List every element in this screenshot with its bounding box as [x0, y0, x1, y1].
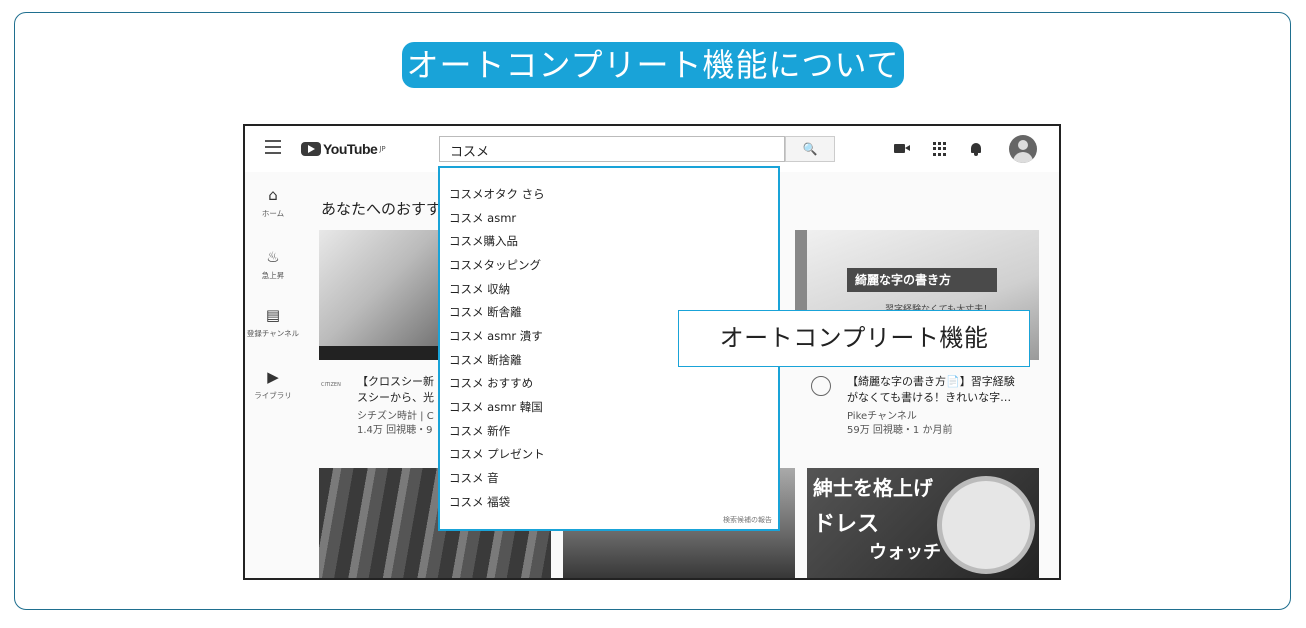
- suggestion-item[interactable]: コスメ プレゼント: [449, 446, 545, 462]
- side-nav: ⌂ ホーム ♨ 急上昇 ▤ 登録チャンネル ▶ ライブラリ: [245, 172, 301, 578]
- nav-item-home[interactable]: ⌂ ホーム: [245, 186, 301, 219]
- autocomplete-callout: オートコンプリート機能: [678, 310, 1030, 367]
- watch-image: [937, 476, 1035, 574]
- channel-avatar-icon[interactable]: [811, 376, 831, 396]
- thumbnail-text: 紳士を格上げ: [813, 476, 933, 500]
- thumbnail-text: ドレス: [813, 512, 880, 537]
- suggestion-item[interactable]: コスメタッピング: [449, 257, 541, 273]
- nav-item-subscriptions[interactable]: ▤ 登録チャンネル: [245, 306, 301, 339]
- video-channel[interactable]: Pikeチャンネル: [847, 410, 917, 424]
- search-input[interactable]: コスメ: [439, 136, 785, 162]
- thumbnail-text: 綺麗な字の書き方: [847, 268, 997, 292]
- nav-label: ホーム: [261, 209, 285, 218]
- suggestion-item[interactable]: コスメ 福袋: [449, 494, 510, 510]
- video-title[interactable]: 【クロスシー新: [357, 374, 434, 390]
- video-meta: 59万 回視聴・1 か月前: [847, 425, 953, 436]
- suggestion-item[interactable]: コスメ おすすめ: [449, 375, 533, 391]
- suggestion-item[interactable]: コスメ 収納: [449, 281, 510, 297]
- video-meta: 1.4万 回視聴・9: [357, 425, 433, 436]
- nav-item-trending[interactable]: ♨ 急上昇: [245, 248, 301, 281]
- video-title[interactable]: 【綺麗な字の書き方📄】習字経験: [847, 374, 1015, 390]
- apps-icon[interactable]: [931, 140, 949, 158]
- video-thumbnail-1[interactable]: [319, 230, 451, 360]
- suggestion-item[interactable]: コスメ購入品: [449, 233, 518, 249]
- suggestion-item[interactable]: コスメ asmr 韓国: [449, 399, 543, 415]
- figure-title: オートコンプリート機能について: [402, 42, 904, 88]
- video-title-line2[interactable]: スシーから、光: [357, 390, 434, 406]
- create-video-icon[interactable]: [893, 140, 911, 158]
- suggestion-item[interactable]: コスメオタク さら: [449, 186, 545, 202]
- suggestion-item[interactable]: コスメ 断舎離: [449, 304, 522, 320]
- suggestion-item[interactable]: コスメ 新作: [449, 423, 510, 439]
- nav-label: 急上昇: [261, 271, 285, 280]
- suggestion-item[interactable]: コスメ asmr: [449, 210, 516, 226]
- report-suggestions-link[interactable]: 検索候補の報告: [723, 515, 772, 525]
- subscriptions-icon: ▤: [265, 306, 281, 324]
- logo-text: YouTube: [323, 141, 378, 157]
- nav-label: 登録チャンネル: [246, 329, 300, 338]
- trending-icon: ♨: [266, 248, 280, 266]
- menu-icon[interactable]: [265, 140, 281, 154]
- section-title: あなたへのおすす: [321, 200, 442, 218]
- video-thumbnail-6[interactable]: 紳士を格上げ ドレス ウォッチ: [807, 468, 1039, 578]
- avatar[interactable]: [1009, 135, 1037, 163]
- notifications-icon[interactable]: [967, 140, 985, 158]
- suggestion-item[interactable]: コスメ 断捨離: [449, 352, 522, 368]
- video-title-line2[interactable]: がなくても書ける！きれいな字…: [847, 390, 1011, 406]
- nav-label: ライブラリ: [254, 391, 292, 400]
- search-button[interactable]: 🔍: [785, 136, 835, 162]
- channel-avatar-icon[interactable]: CITIZEN: [321, 382, 341, 392]
- play-logo-icon: [301, 142, 321, 156]
- suggestion-item[interactable]: コスメ asmr 潰す: [449, 328, 543, 344]
- nav-item-library[interactable]: ▶ ライブラリ: [245, 368, 301, 401]
- suggestion-item[interactable]: コスメ 音: [449, 470, 499, 486]
- library-icon: ▶: [267, 368, 279, 386]
- home-icon: ⌂: [268, 186, 278, 204]
- logo-region: JP: [379, 145, 386, 153]
- video-channel[interactable]: シチズン時計 | C: [357, 410, 434, 424]
- youtube-logo[interactable]: YouTube JP: [301, 139, 386, 159]
- thumbnail-text: ウォッチ: [869, 542, 941, 563]
